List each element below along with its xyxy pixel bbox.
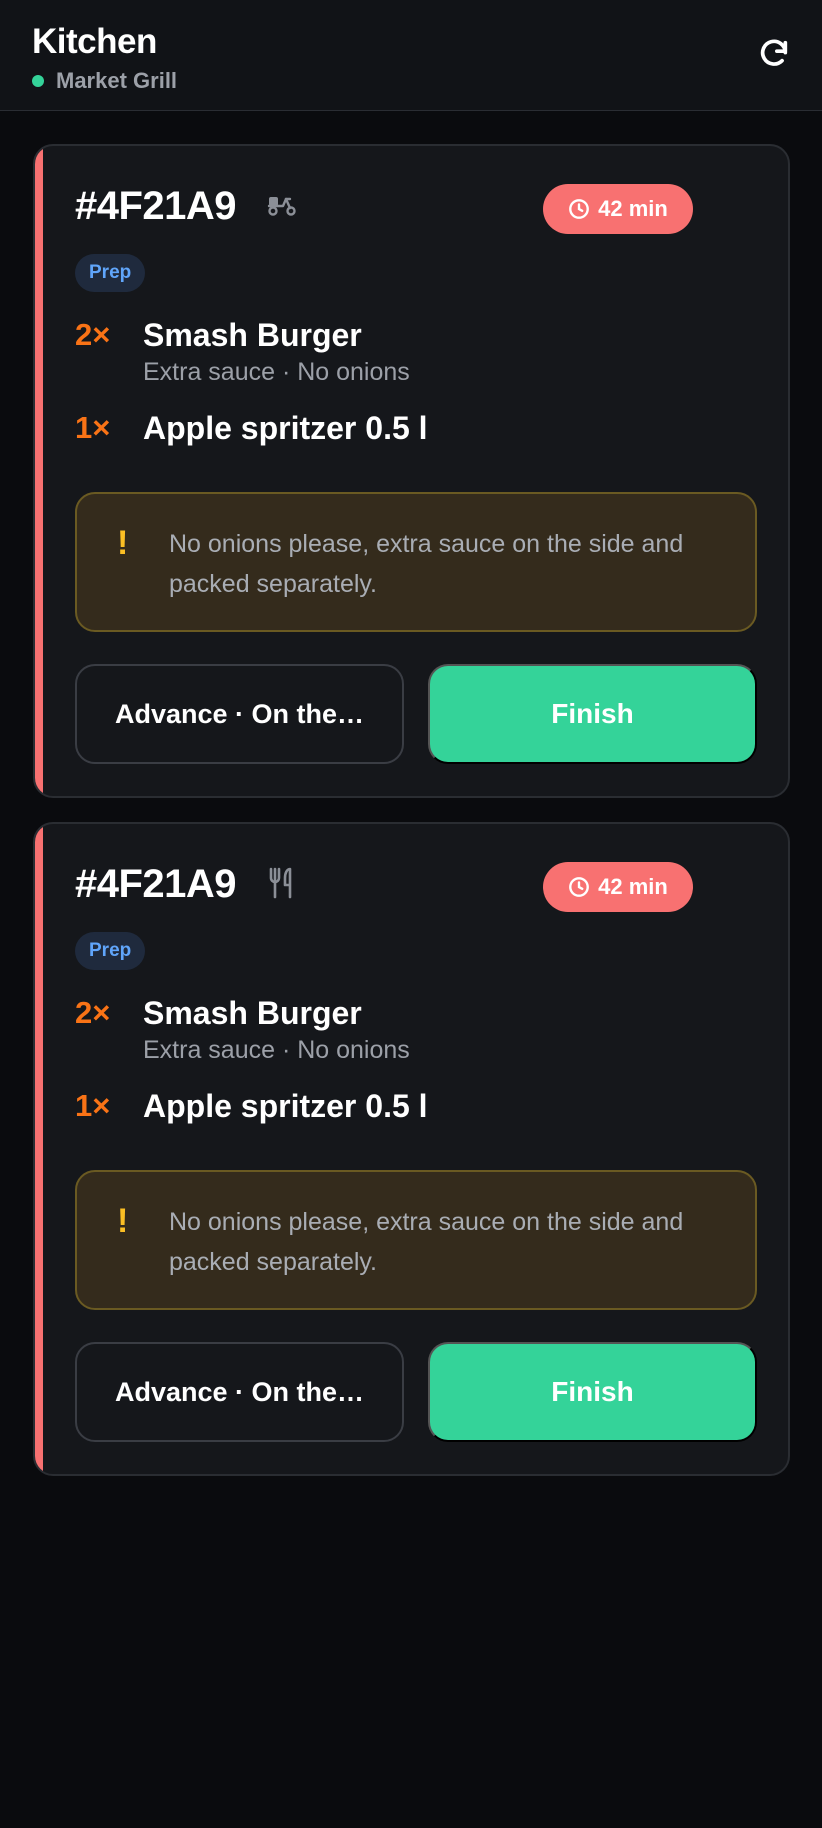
order-item: 2× Smash Burger Extra sauce · No onions	[75, 316, 410, 387]
item-modifiers: Extra sauce · No onions	[143, 1036, 410, 1065]
order-card: #4F21A9 42 min Prep 2× Smash Burger Extr…	[33, 144, 790, 798]
elapsed-timer-badge: 42 min	[543, 184, 693, 234]
order-note-text: No onions please, extra sauce on the sid…	[169, 530, 684, 598]
status-badge: Prep	[75, 932, 146, 970]
item-quantity: 2×	[75, 995, 111, 1030]
refresh-icon	[760, 39, 788, 66]
elapsed-timer-badge: 42 min	[543, 862, 693, 912]
item-quantity: 1×	[75, 410, 111, 445]
order-note: ! No onions please, extra sauce on the s…	[75, 492, 757, 632]
warning-exclamation-icon: !	[117, 524, 129, 562]
location-name: Market Grill	[56, 68, 178, 93]
online-status-dot	[32, 75, 44, 87]
item-name: Apple spritzer 0.5 l	[143, 410, 428, 446]
item-quantity: 1×	[75, 1088, 111, 1123]
clock-icon	[569, 199, 590, 219]
advance-status-button[interactable]: Advance · On the…	[75, 1342, 404, 1442]
warning-exclamation-icon: !	[117, 1202, 129, 1240]
status-badge: Prep	[75, 254, 146, 292]
delivery-scooter-icon	[265, 188, 299, 222]
item-quantity: 2×	[75, 317, 111, 352]
order-item: 1× Apple spritzer 0.5 l	[75, 409, 428, 447]
order-note-text: No onions please, extra sauce on the sid…	[169, 1208, 684, 1276]
order-id: #4F21A9	[75, 862, 237, 906]
app-header: Kitchen Market Grill	[0, 0, 822, 111]
refresh-button[interactable]	[756, 36, 792, 72]
urgency-accent-bar	[35, 146, 43, 796]
page-title: Kitchen	[32, 22, 157, 61]
order-card: #4F21A9 42 min Prep 2× Smash Burger Extr…	[33, 822, 790, 1476]
advance-status-button[interactable]: Advance · On the…	[75, 664, 404, 764]
item-modifiers: Extra sauce · No onions	[143, 358, 410, 387]
dine-in-utensils-icon	[265, 866, 299, 900]
item-name: Smash Burger	[143, 317, 362, 353]
timer-value: 42 min	[598, 874, 668, 899]
order-item: 2× Smash Burger Extra sauce · No onions	[75, 994, 410, 1065]
timer-value: 42 min	[598, 196, 668, 221]
finish-button[interactable]: Finish	[428, 1342, 757, 1442]
item-name: Apple spritzer 0.5 l	[143, 1088, 428, 1124]
order-item: 1× Apple spritzer 0.5 l	[75, 1087, 428, 1125]
order-note: ! No onions please, extra sauce on the s…	[75, 1170, 757, 1310]
item-name: Smash Burger	[143, 995, 362, 1031]
location-indicator: Market Grill	[32, 68, 177, 94]
finish-button[interactable]: Finish	[428, 664, 757, 764]
urgency-accent-bar	[35, 824, 43, 1474]
order-list: #4F21A9 42 min Prep 2× Smash Burger Extr…	[33, 144, 790, 1500]
order-id: #4F21A9	[75, 184, 237, 228]
clock-icon	[569, 877, 590, 897]
